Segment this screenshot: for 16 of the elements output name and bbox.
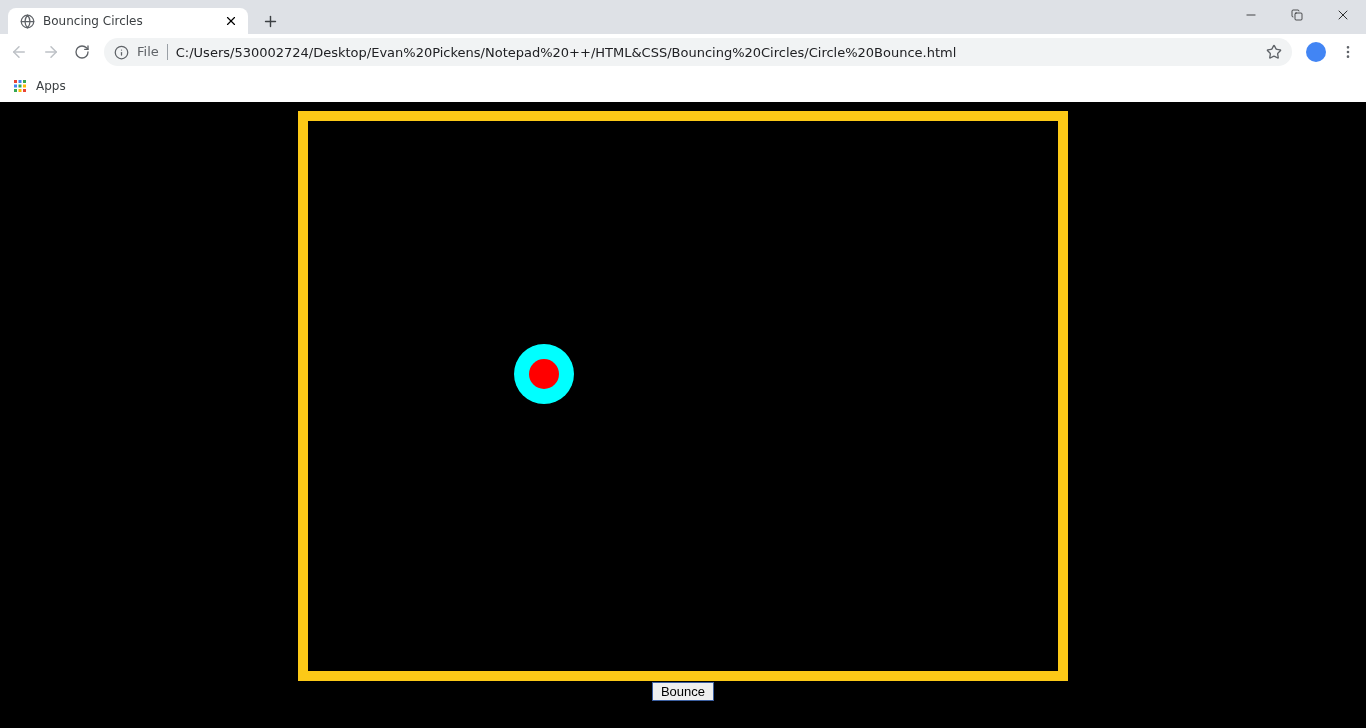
info-icon[interactable]	[114, 44, 129, 60]
browser-tab[interactable]: Bouncing Circles	[8, 8, 248, 34]
apps-grid-icon	[14, 80, 26, 92]
url-text: C:/Users/530002724/Desktop/Evan%20Pickens/Notepad%20++/HTML&CSS/Bouncing%20Circles/Circle%20Bounce.html	[175, 44, 958, 60]
globe-icon	[20, 13, 35, 29]
tab-title: Bouncing Circles	[43, 14, 144, 28]
profile-avatar-icon[interactable]	[1306, 42, 1326, 62]
close-tab-icon[interactable]	[224, 14, 238, 28]
bounce-button[interactable]: Bounce	[651, 682, 715, 701]
reload-icon[interactable]	[74, 44, 90, 60]
bookmark-star-icon[interactable]	[1266, 44, 1282, 60]
restore-icon[interactable]	[1291, 9, 1303, 21]
bookmark-link[interactable]: Apps	[36, 79, 66, 93]
address-bar[interactable]: File C:/Users/530002724/Desktop/Evan%20Pickens/Notepad%20++/HTML&CSS/Bouncing%20Circles/Circle%20Bounce.html	[104, 38, 1292, 66]
circle-drawing	[514, 344, 574, 404]
scheme-label: File	[137, 44, 168, 60]
